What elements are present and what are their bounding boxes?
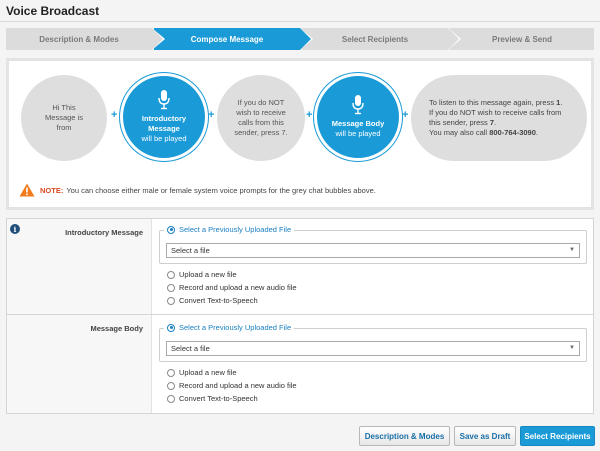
message-preview-panel: Hi This Message is from + Introductory M… bbox=[6, 58, 594, 210]
radio-label: Convert Text-to-Speech bbox=[179, 394, 258, 403]
radio-label: Convert Text-to-Speech bbox=[179, 296, 258, 305]
radio-label: Record and upload a new audio file bbox=[179, 381, 297, 390]
radio-unselected[interactable] bbox=[167, 283, 175, 292]
row-label-cell: i Introductory Message bbox=[7, 219, 152, 314]
microphone-icon bbox=[158, 90, 170, 110]
note-label: NOTE: bbox=[40, 185, 64, 195]
intro-file-select[interactable]: Select a file ▼ bbox=[166, 243, 580, 258]
bubble-key: 7 bbox=[489, 118, 495, 127]
greeting-bubble: Hi This Message is from bbox=[21, 75, 107, 161]
bubble-subtitle: will be played bbox=[335, 129, 381, 138]
action-bar: Description & Modes Save as Draft Select… bbox=[0, 420, 600, 451]
warning-icon bbox=[19, 183, 35, 197]
step-label: Select Recipients bbox=[341, 34, 409, 44]
radio-unselected[interactable] bbox=[167, 394, 175, 403]
select-uploaded-radio[interactable]: Select a Previously Uploaded File bbox=[164, 323, 295, 332]
bubble-text: To listen to this message again, press bbox=[429, 98, 555, 107]
note-text: You can choose either male or female sys… bbox=[66, 185, 376, 195]
bubble-text: this sender, press bbox=[429, 118, 488, 127]
select-value: Select a file bbox=[171, 246, 210, 255]
microphone-icon bbox=[352, 95, 364, 115]
info-icon[interactable]: i bbox=[10, 224, 20, 234]
introductory-message-row: i Introductory Message Select a Previous… bbox=[7, 219, 593, 315]
text-to-speech-option[interactable]: Convert Text-to-Speech bbox=[167, 394, 258, 403]
bubble-title: Message Body bbox=[331, 119, 385, 128]
bubble-text: Message is bbox=[45, 113, 83, 122]
opt-out-bubble: If you do NOT wish to receive calls from… bbox=[217, 75, 305, 161]
step-label: Description & Modes bbox=[39, 34, 119, 44]
select-uploaded-radio[interactable]: Select a Previously Uploaded File bbox=[164, 225, 295, 234]
message-body-row: Message Body Select a Previously Uploade… bbox=[7, 315, 593, 413]
plus-icon: + bbox=[208, 109, 215, 121]
radio-selected[interactable] bbox=[167, 225, 175, 234]
page-title: Voice Broadcast bbox=[6, 4, 100, 18]
step-label: Compose Message bbox=[190, 34, 264, 44]
description-modes-button[interactable]: Description & Modes bbox=[359, 426, 450, 446]
plus-icon: + bbox=[111, 109, 118, 121]
step-preview-send[interactable]: Preview & Send bbox=[450, 28, 594, 50]
radio-unselected[interactable] bbox=[167, 296, 175, 305]
title-bar: Voice Broadcast bbox=[0, 0, 600, 22]
wizard-steps: Description & Modes Compose Message Sele… bbox=[6, 28, 594, 50]
bubble-text: sender, press 7. bbox=[234, 128, 288, 137]
plus-icon: + bbox=[402, 109, 409, 121]
bubble-text: You may also call bbox=[429, 128, 488, 137]
radio-unselected[interactable] bbox=[167, 368, 175, 377]
phone-number: 800-764-3090 bbox=[489, 128, 536, 137]
select-value: Select a file bbox=[171, 344, 210, 353]
radio-label: Upload a new file bbox=[179, 270, 237, 279]
step-compose-message[interactable]: Compose Message bbox=[154, 28, 313, 50]
radio-label: Upload a new file bbox=[179, 368, 237, 377]
introductory-message-bubble: Introductory Message will be played bbox=[120, 73, 208, 161]
radio-selected[interactable] bbox=[167, 323, 175, 332]
radio-unselected[interactable] bbox=[167, 270, 175, 279]
message-body-label: Message Body bbox=[90, 324, 143, 333]
upload-new-file-option[interactable]: Upload a new file bbox=[167, 270, 237, 279]
radio-label: Select a Previously Uploaded File bbox=[179, 225, 292, 234]
step-description-modes[interactable]: Description & Modes bbox=[6, 28, 165, 50]
bubble-text: from bbox=[56, 123, 72, 132]
radio-label: Record and upload a new audio file bbox=[179, 283, 297, 292]
bubble-text: Hi This bbox=[52, 103, 76, 112]
bubble-subtitle: will be played bbox=[141, 134, 187, 143]
step-select-recipients[interactable]: Select Recipients bbox=[302, 28, 461, 50]
bubble-key: 1 bbox=[556, 98, 561, 107]
message-body-bubble: Message Body will be played bbox=[314, 73, 402, 161]
compose-form: i Introductory Message Select a Previous… bbox=[6, 218, 594, 414]
select-recipients-button[interactable]: Select Recipients bbox=[520, 426, 595, 446]
plus-icon: + bbox=[306, 109, 313, 121]
replay-instructions-bubble: To listen to this message again, press 1… bbox=[411, 75, 587, 161]
radio-label: Select a Previously Uploaded File bbox=[179, 323, 292, 332]
bubble-text: If you do NOT wish to receive calls from bbox=[429, 108, 562, 117]
chevron-down-icon: ▼ bbox=[569, 247, 575, 253]
bubble-title: Introductory bbox=[141, 114, 187, 123]
radio-unselected[interactable] bbox=[167, 381, 175, 390]
step-label: Preview & Send bbox=[491, 34, 553, 44]
save-draft-button[interactable]: Save as Draft bbox=[454, 426, 516, 446]
chevron-down-icon: ▼ bbox=[569, 345, 575, 351]
upload-new-file-option[interactable]: Upload a new file bbox=[167, 368, 237, 377]
record-audio-option[interactable]: Record and upload a new audio file bbox=[167, 283, 297, 292]
row-label-cell: Message Body bbox=[7, 315, 152, 413]
text-to-speech-option[interactable]: Convert Text-to-Speech bbox=[167, 296, 258, 305]
introductory-message-label: Introductory Message bbox=[65, 228, 143, 237]
voice-prompt-note: NOTE: You can choose either male or fema… bbox=[19, 183, 376, 197]
bubble-text: If you do NOT bbox=[237, 98, 285, 107]
bubble-text: wish to receive bbox=[236, 108, 286, 117]
bubble-title: Message bbox=[148, 124, 180, 133]
body-file-select[interactable]: Select a file ▼ bbox=[166, 341, 580, 356]
uploaded-file-group: Select a Previously Uploaded File Select… bbox=[159, 323, 587, 362]
record-audio-option[interactable]: Record and upload a new audio file bbox=[167, 381, 297, 390]
bubble-text: calls from this bbox=[238, 118, 284, 127]
uploaded-file-group: Select a Previously Uploaded File Select… bbox=[159, 225, 587, 264]
